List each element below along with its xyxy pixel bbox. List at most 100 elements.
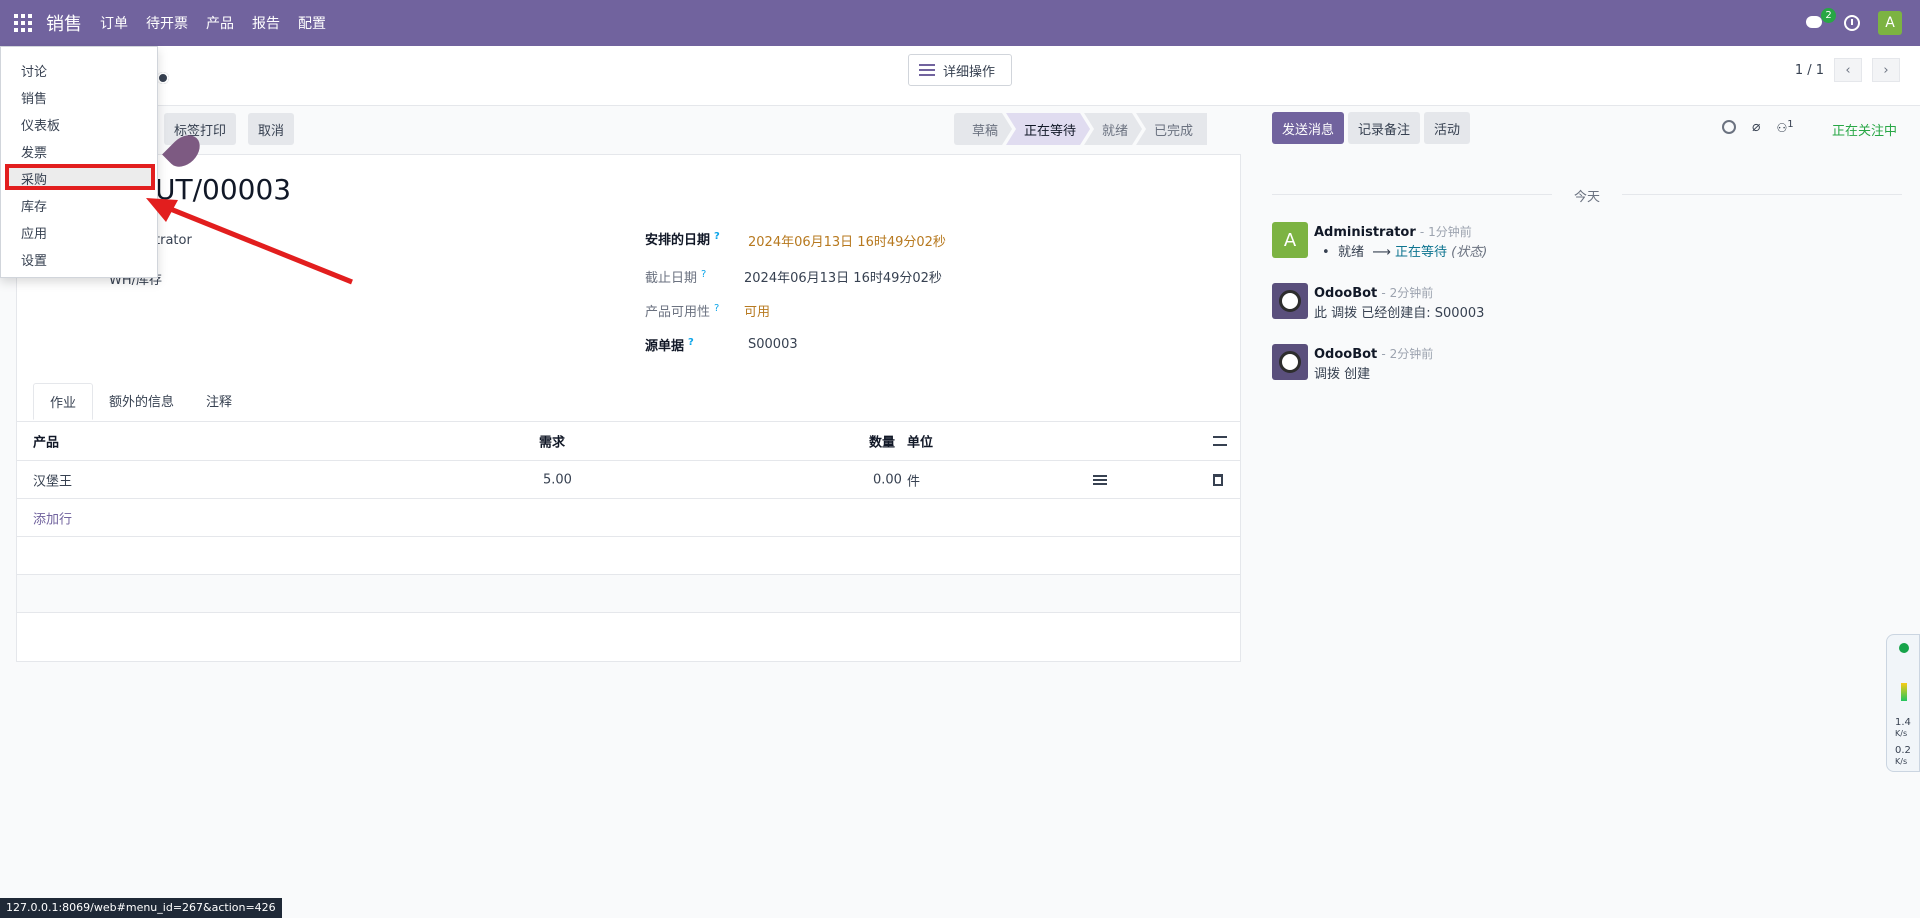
upload-speed: 1.4	[1895, 717, 1911, 728]
form-tabs: 作业 额外的信息 注释	[33, 383, 248, 420]
followers-icon[interactable]: ⚇1	[1776, 119, 1793, 135]
message-time: - 2分钟前	[1381, 286, 1434, 300]
message-text: 此 调拨 已经创建自: S00003	[1314, 306, 1485, 321]
deadline-value[interactable]: 2024年06月13日 16时49分02秒	[744, 267, 942, 286]
followers-count: 1	[1787, 119, 1794, 130]
stage-ready[interactable]: 就绪	[1084, 113, 1142, 145]
menu-orders[interactable]: 订单	[100, 13, 128, 33]
message-body: Administrator - 1分钟前 • 就绪 ⟶ 正在等待 (状态)	[1314, 225, 1488, 260]
message-author[interactable]: OdooBot	[1314, 286, 1377, 301]
tracking-field: (状态)	[1451, 245, 1488, 260]
network-monitor-widget[interactable]: 1.4 K/s 0.2 K/s	[1886, 634, 1920, 772]
paperclip-icon[interactable]: ⌀	[1752, 119, 1760, 135]
row-quantity[interactable]: 0.00	[873, 472, 902, 487]
message-body: OdooBot - 2分钟前 调拨 创建	[1314, 344, 1433, 385]
hamburger-icon	[919, 64, 935, 76]
following-status[interactable]: 正在关注中	[1832, 120, 1897, 139]
availability-value: 可用	[744, 305, 771, 320]
red-arrow-annotation	[146, 198, 353, 285]
detail-actions-label: 详细操作	[943, 64, 996, 80]
status-dot-icon	[1899, 643, 1909, 653]
chatter-message: OdooBot - 2分钟前 此 调拨 已经创建自: S00003	[1272, 283, 1484, 324]
chatter-message: OdooBot - 2分钟前 调拨 创建	[1272, 344, 1433, 385]
header-unit[interactable]: 单位	[907, 432, 933, 451]
add-line-row: 添加行	[17, 499, 1240, 537]
tab-notes[interactable]: 注释	[190, 383, 248, 420]
menu-to-invoice[interactable]: 待开票	[146, 13, 188, 33]
apps-menu-button[interactable]	[0, 0, 46, 46]
control-panel: 03 3 详细操作 1 / 1 ‹ ›	[0, 46, 1920, 106]
source-document-label: 源单据?	[645, 336, 694, 354]
cancel-button[interactable]: 取消	[248, 113, 295, 145]
dropdown-item-invoice[interactable]: 发票	[21, 142, 47, 161]
chatter-message: A Administrator - 1分钟前 • 就绪 ⟶ 正在等待 (状态)	[1272, 222, 1487, 263]
tab-extra-info[interactable]: 额外的信息	[93, 383, 190, 420]
message-author[interactable]: Administrator	[1314, 225, 1416, 240]
deadline-label: 截止日期?	[645, 268, 707, 286]
chatter-buttons: 发送消息 记录备注 活动	[1272, 112, 1471, 144]
avatar[interactable]: A	[1272, 222, 1308, 258]
status-bar: 草稿 正在等待 就绪 已完成	[954, 113, 1208, 145]
stage-done[interactable]: 已完成	[1136, 113, 1208, 145]
dropdown-item-sales[interactable]: 销售	[21, 88, 47, 107]
header-product[interactable]: 产品	[33, 432, 59, 451]
odoobot-icon	[1279, 290, 1301, 312]
dropdown-item-dashboard[interactable]: 仪表板	[21, 115, 60, 134]
grid-icon	[14, 14, 32, 32]
message-time: - 1分钟前	[1419, 225, 1472, 239]
availability-label: 产品可用性?	[645, 302, 720, 320]
today-label: 今天	[1573, 190, 1601, 205]
dropdown-item-discuss[interactable]: 讨论	[21, 61, 47, 80]
tracking-to: 正在等待	[1395, 245, 1448, 260]
dropdown-item-purchase[interactable]: 采购	[21, 169, 47, 188]
pager-prev-button[interactable]: ‹	[1834, 58, 1862, 82]
gear-icon[interactable]	[156, 72, 169, 84]
add-line-link[interactable]: 添加行	[33, 508, 72, 527]
stage-draft[interactable]: 草稿	[954, 113, 1012, 145]
menu-products[interactable]: 产品	[206, 13, 234, 33]
source-document-value[interactable]: S00003	[748, 337, 798, 352]
header-demand[interactable]: 需求	[539, 432, 565, 451]
pager-next-button[interactable]: ›	[1872, 58, 1900, 82]
apps-dropdown: 讨论 销售 仪表板 发票 采购 库存 应用 设置	[0, 46, 158, 278]
app-brand[interactable]: 销售	[46, 10, 82, 36]
level-bar	[1901, 683, 1907, 701]
pager: 1 / 1 ‹ ›	[1795, 58, 1900, 82]
scheduled-date-value[interactable]: 2024年06月13日 16时49分02秒	[748, 231, 946, 250]
dropdown-item-settings[interactable]: 设置	[21, 250, 47, 269]
url-status-bar: 127.0.0.1:8069/web#menu_id=267&action=42…	[0, 898, 282, 918]
menu-config[interactable]: 配置	[298, 13, 326, 33]
message-author[interactable]: OdooBot	[1314, 347, 1377, 362]
stage-waiting[interactable]: 正在等待	[1006, 113, 1090, 145]
moves-table: 产品 需求 数量 单位 汉堡王 5.00 0.00 件 添加行	[17, 421, 1240, 613]
pager-value: 1 / 1	[1794, 62, 1824, 78]
chat-icon[interactable]: 2	[1806, 8, 1836, 32]
message-body: OdooBot - 2分钟前 此 调拨 已经创建自: S00003	[1314, 283, 1484, 324]
details-list-icon[interactable]	[1093, 474, 1107, 485]
avatar[interactable]	[1272, 344, 1308, 380]
download-unit: K/s	[1895, 757, 1908, 766]
dropdown-item-apps[interactable]: 应用	[21, 223, 47, 242]
avatar[interactable]	[1272, 283, 1308, 319]
send-message-button[interactable]: 发送消息	[1272, 112, 1345, 144]
header-quantity[interactable]: 数量	[869, 432, 895, 451]
column-settings-icon[interactable]	[1213, 436, 1227, 446]
activity-button[interactable]: 活动	[1424, 112, 1471, 144]
empty-row	[17, 575, 1240, 613]
row-product[interactable]: 汉堡王	[33, 470, 72, 489]
menu-reports[interactable]: 报告	[252, 13, 280, 33]
detail-actions-button[interactable]: 详细操作	[908, 54, 1012, 86]
table-row[interactable]: 汉堡王 5.00 0.00 件	[17, 461, 1240, 499]
chatter-icons: ⌀ ⚇1	[1722, 119, 1794, 135]
user-avatar[interactable]: A	[1878, 11, 1902, 35]
odoobot-icon	[1279, 351, 1301, 373]
dropdown-item-inventory[interactable]: 库存	[21, 196, 47, 215]
clock-icon[interactable]	[1844, 15, 1860, 31]
message-time: - 2分钟前	[1381, 347, 1434, 361]
search-icon[interactable]	[1722, 120, 1736, 134]
trash-icon[interactable]	[1213, 473, 1223, 486]
tracking-from: 就绪	[1337, 245, 1364, 260]
log-note-button[interactable]: 记录备注	[1348, 112, 1421, 144]
navbar-right: 2 A	[1806, 8, 1920, 35]
tab-operations[interactable]: 作业	[33, 383, 94, 420]
